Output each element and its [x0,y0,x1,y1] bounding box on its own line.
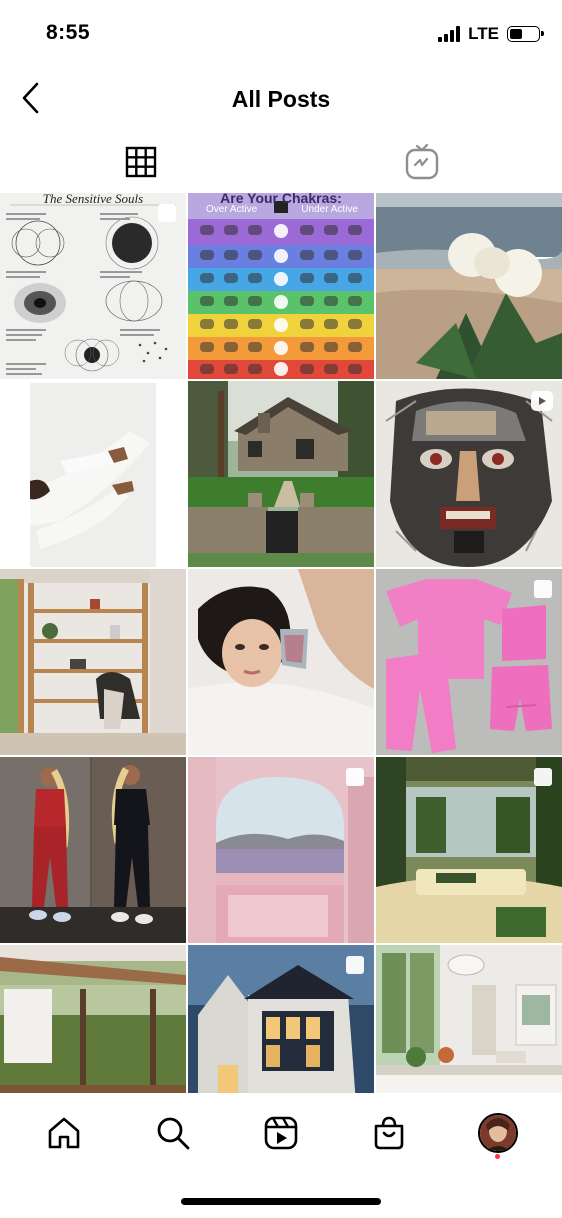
post-tile-sensitive-souls[interactable]: The Sensitive Souls [0,193,186,379]
post-image [188,569,374,755]
post-tile-jungle-interior[interactable] [376,757,562,943]
post-tile-roses-beach[interactable] [376,193,562,379]
multiple-photos-icon [158,204,176,222]
status-bar: 8:55 LTE [0,0,562,66]
avatar [477,1113,518,1153]
post-tile-face-sculpture[interactable] [376,381,562,567]
post-image [0,757,186,943]
notification-dot [495,1154,501,1159]
igtv-icon [405,144,438,180]
multiple-photos-icon [346,768,364,786]
tab-igtv[interactable] [281,132,562,192]
post-tile-chakras[interactable]: Are Your Chakras: Over Active Under Acti… [188,193,374,379]
nav-shop[interactable] [359,1103,419,1163]
post-tile-pink-pool[interactable] [188,757,374,943]
multiple-photos-icon [534,768,552,786]
status-indicators: LTE [438,24,544,44]
post-caption-left: Over Active [206,204,258,215]
network-label: LTE [468,24,499,43]
multiple-photos-icon [534,580,552,598]
post-tile-cottage[interactable] [188,381,374,567]
reel-icon [531,391,553,411]
post-tile-two-outfits[interactable] [0,757,186,943]
page-title: All Posts [231,86,331,112]
post-caption-right: Under Active [301,204,358,215]
post-image [0,381,186,567]
post-image [188,193,374,379]
search-icon [157,1117,189,1150]
post-image [188,381,374,567]
post-tile-shelf-room[interactable] [0,569,186,755]
posts-grid: The Sensitive Souls Are Your Chakras: Ov… [0,193,562,1131]
post-tile-pink-set[interactable] [376,569,562,755]
post-image [376,193,562,379]
status-time: 8:55 [46,21,91,44]
nav-search[interactable] [143,1103,203,1163]
home-indicator[interactable] [181,1198,381,1205]
tab-posts-grid[interactable] [0,132,281,192]
grid-icon [125,146,156,178]
header: All Posts [0,66,562,132]
content-tabs [0,132,562,192]
post-tile-portrait-pillow[interactable] [188,569,374,755]
nav-profile[interactable] [468,1103,528,1163]
bottom-nav [0,1093,562,1173]
multiple-photos-icon [346,956,364,974]
nav-reels[interactable] [251,1103,311,1163]
profile-photo [479,1115,516,1151]
nav-home[interactable] [34,1103,94,1163]
reels-icon [264,1116,298,1150]
shop-icon [375,1116,404,1150]
battery-icon [507,26,544,42]
post-tile-loungewear[interactable] [0,381,186,567]
signal-icon [438,26,461,42]
post-image [0,569,186,755]
home-icon [48,1117,80,1149]
